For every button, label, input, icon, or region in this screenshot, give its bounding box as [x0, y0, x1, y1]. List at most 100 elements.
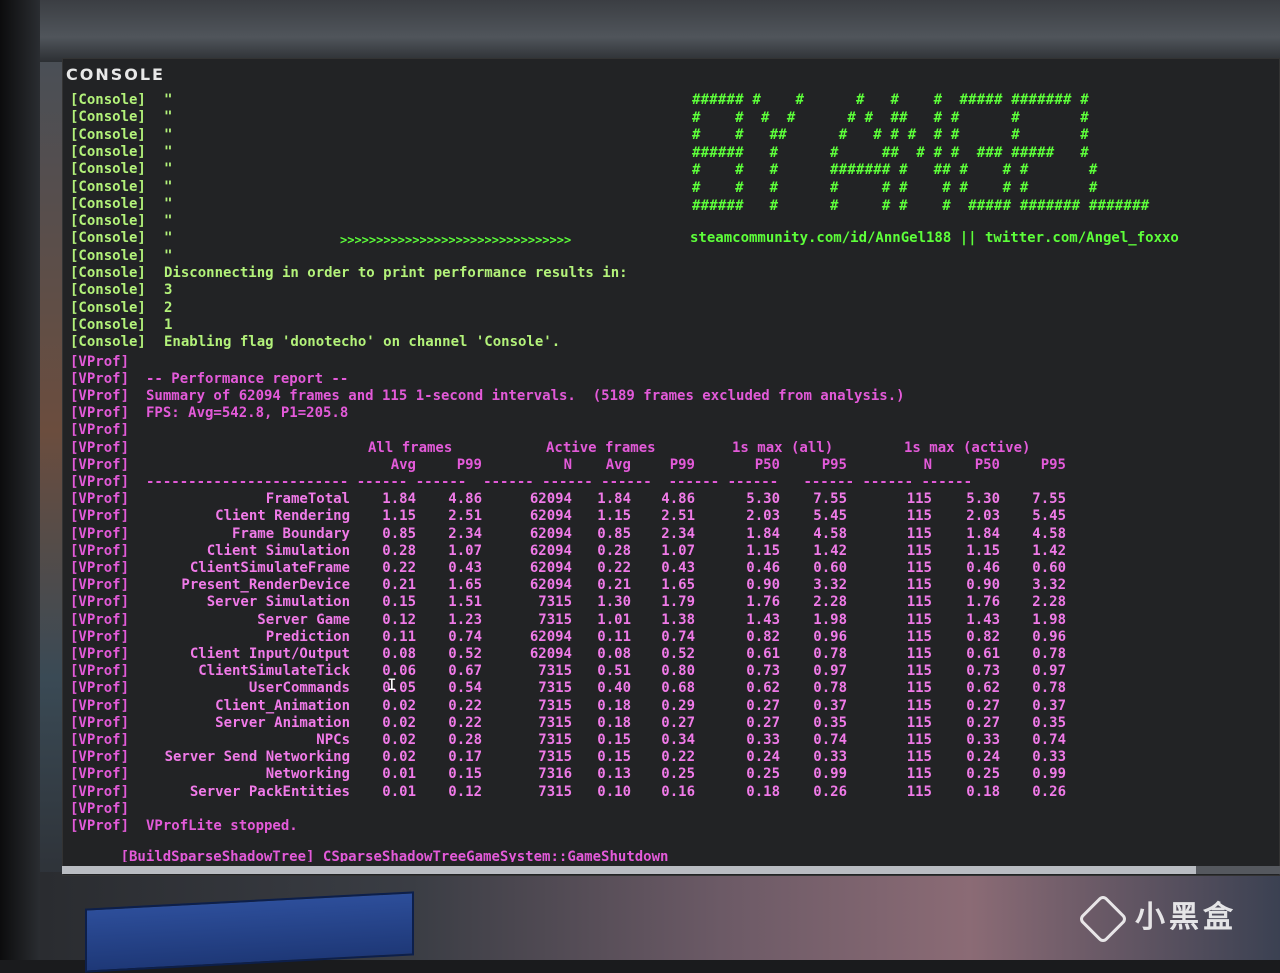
row-value: 2.51	[661, 508, 695, 525]
row-value: 0.15	[597, 749, 631, 766]
console-tag: [Console]	[70, 334, 146, 351]
console-text: "	[164, 213, 173, 230]
console-tag: [Console]	[70, 126, 146, 143]
vprof-fps: FPS: Avg=542.8, P1=205.8	[146, 405, 349, 422]
vprof-tag: [VProf]	[70, 473, 130, 490]
watermark-logo-icon	[1077, 893, 1129, 944]
vprof-tag: [VProf]	[70, 422, 130, 439]
table-row: [VProf] NPCs 0.02 0.28 7315 0.15 0.34 0.33 0.74 1…	[70, 732, 1270, 749]
column-header: P99	[669, 456, 695, 473]
row-value: 4.86	[661, 491, 695, 508]
row-value: 0.25	[966, 766, 1000, 783]
row-value: 0.27	[746, 697, 780, 714]
vprof-tag: [VProf]	[70, 491, 130, 508]
row-value: 0.73	[746, 663, 780, 680]
row-value: 0.78	[1032, 645, 1066, 662]
console-text: "	[164, 126, 173, 143]
console-tag: [Console]	[70, 265, 146, 281]
horizontal-scrollbar-thumb[interactable]	[62, 866, 1196, 874]
console-text: "	[164, 247, 173, 264]
console-line: [Console] "	[70, 144, 1270, 161]
vprof-title-line: [VProf] -- Performance report --	[70, 371, 1270, 388]
row-value: 0.90	[966, 577, 1000, 594]
row-value: 115	[906, 645, 932, 662]
row-value: 0.26	[1032, 783, 1066, 800]
row-value: 0.37	[1032, 697, 1066, 714]
row-value: 0.78	[813, 645, 847, 662]
console-line: [Console] "	[70, 179, 1270, 196]
row-value: 115	[906, 559, 932, 576]
console-text: "	[164, 178, 173, 195]
row-name: UserCommands	[248, 680, 350, 697]
row-value: 0.24	[966, 749, 1000, 766]
console-tag: [Console]	[70, 299, 146, 316]
row-value: 1.43	[746, 611, 780, 628]
table-row: [VProf] Server Send Networking 0.02 0.17 731…	[70, 749, 1270, 766]
console-window[interactable]: CONSOLE ###### # # # # # ##### ####### #…	[62, 58, 1280, 876]
console-text: Disconnecting in order to print performa…	[164, 265, 628, 281]
row-value: 5.30	[966, 491, 1000, 508]
shutdown-text: CSparseShadowTreeGameSystem::GameShutdow…	[322, 849, 669, 862]
row-value: 0.24	[746, 749, 780, 766]
row-value: 115	[906, 628, 932, 645]
row-name: Networking	[265, 766, 350, 783]
row-value: 0.26	[813, 783, 847, 800]
console-text: "	[164, 92, 173, 108]
row-value: 115	[906, 594, 932, 611]
row-value: 0.33	[966, 731, 1000, 748]
row-value: 0.08	[597, 645, 631, 662]
row-value: 1.84	[746, 525, 780, 542]
column-header: P50	[974, 456, 1000, 473]
monitor-bezel	[0, 0, 40, 960]
row-value: 3.32	[813, 577, 847, 594]
console-line: [Console] 2	[70, 300, 1270, 317]
row-value: 1.15	[746, 542, 780, 559]
row-value: 1.42	[1032, 542, 1066, 559]
row-name: Server Animation	[215, 714, 350, 731]
row-value: 0.22	[661, 749, 695, 766]
vprof-tag: [VProf]	[70, 387, 130, 404]
row-value: 0.68	[661, 680, 695, 697]
mouse-cursor-icon: I	[387, 675, 397, 694]
vprof-tag: [VProf]	[70, 611, 130, 628]
row-value: 0.27	[966, 714, 1000, 731]
row-value: 0.22	[597, 559, 631, 576]
row-value: 1.84	[966, 525, 1000, 542]
horizontal-scrollbar-track[interactable]	[1196, 866, 1280, 874]
row-value: 1.98	[813, 611, 847, 628]
table-row: [VProf] Client_Animation 0.02 0.22 7315 0.18 0…	[70, 698, 1270, 715]
row-value: 0.11	[597, 628, 631, 645]
vprof-tag: [VProf]	[70, 577, 130, 594]
row-value: 115	[906, 663, 932, 680]
row-value: 1.76	[966, 594, 1000, 611]
row-value: 1.65	[448, 577, 482, 594]
vprof-group-header-line: [VProf] All frames Active frames 1s max (al…	[70, 440, 1270, 457]
row-value: 3.32	[1032, 577, 1066, 594]
row-value: 2.28	[1032, 594, 1066, 611]
row-value: 115	[906, 542, 932, 559]
row-value: 0.82	[966, 628, 1000, 645]
row-value: 0.33	[746, 731, 780, 748]
column-header: P99	[456, 456, 482, 473]
row-value: 0.78	[813, 680, 847, 697]
vprof-tag: [VProf]	[70, 680, 130, 697]
row-value: 1.84	[382, 491, 416, 508]
row-value: 2.34	[448, 525, 482, 542]
column-header: P95	[821, 456, 847, 473]
row-value: 115	[906, 731, 932, 748]
console-log[interactable]: ###### # # # # # ##### ####### # # # # # …	[70, 92, 1270, 862]
vprof-report-title: -- Performance report --	[146, 370, 349, 387]
console-text: Enabling flag 'donotecho' on channel 'Co…	[164, 334, 561, 351]
vprof-divider-line: [VProf] ------------------------ ------ -…	[70, 474, 1270, 491]
table-row: [VProf] Frame Boundary 0.85 2.34 62094 0.85 2.…	[70, 526, 1270, 543]
row-name: NPCs	[316, 731, 350, 748]
console-tag: [Console]	[70, 143, 146, 160]
row-value: 0.27	[966, 697, 1000, 714]
row-value: 0.15	[597, 731, 631, 748]
console-text: "	[164, 109, 173, 126]
console-tag: [Console]	[70, 178, 146, 195]
table-row: [VProf] Networking 0.01 0.15 7316 0.13 0.25 0.2…	[70, 766, 1270, 783]
console-text: "	[164, 143, 173, 160]
console-tag: [Console]	[70, 213, 146, 230]
row-value: 1.01	[597, 611, 631, 628]
